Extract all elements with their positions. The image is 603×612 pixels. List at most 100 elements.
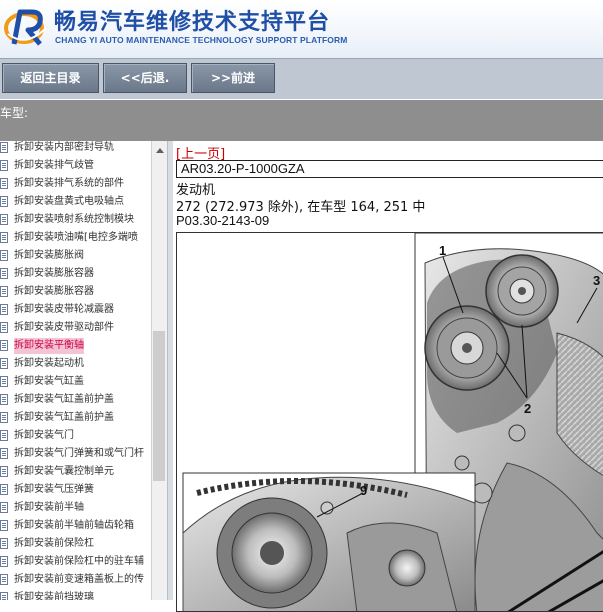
tree-item[interactable]: 拆卸安装盘黄式电吸轴点 — [0, 193, 150, 211]
tree-item-label: 拆卸安装盘黄式电吸轴点 — [14, 196, 124, 207]
document-icon — [0, 430, 8, 441]
back-button[interactable]: <<后退. — [103, 63, 187, 93]
tree-item[interactable]: 拆卸安装排气系统的部件 — [0, 175, 150, 193]
tree-item[interactable]: 拆卸安装气缸盖 — [0, 373, 150, 391]
document-icon — [0, 268, 8, 279]
document-pane: [上一页] AR03.20-P-1000GZA 发动机 272 (272.973… — [173, 141, 603, 612]
tree-item[interactable]: 拆卸安装气缸盖前护盖 — [0, 391, 150, 409]
document-icon — [0, 484, 8, 495]
tree-item[interactable]: 拆卸安装气门 — [0, 427, 150, 445]
document-icon — [0, 394, 8, 405]
toolbar: 返回主目录 <<后退. >>前进 — [0, 58, 603, 99]
tree-item[interactable]: 拆卸安装气门弹簧和或气门杆 — [0, 445, 150, 463]
tree-item[interactable]: 拆卸安装膨胀阀 — [0, 247, 150, 265]
tree-item[interactable]: 拆卸安装膨胀容器 — [0, 283, 150, 301]
tree-item-label: 拆卸安装皮带驱动部件 — [14, 322, 114, 333]
tree-item-label: 拆卸安装气缸盖 — [14, 376, 84, 387]
document-icon — [0, 520, 8, 531]
callout-3: 3 — [593, 273, 600, 288]
document-icon — [0, 142, 8, 153]
tree-item-label: 拆卸安装膨胀容器 — [14, 268, 94, 279]
tree-item-label: 拆卸安装膨胀阀 — [14, 250, 84, 261]
tree-item-label: 拆卸安装内部密封导轨 — [14, 142, 114, 153]
tree-item-label: 拆卸安装平衡轴 — [14, 338, 84, 354]
tree-item[interactable]: 拆卸安装喷油嘴[电控多端喷 — [0, 229, 150, 247]
callout-2: 2 — [524, 401, 531, 416]
procedure-tree: 拆卸安装内部密封导轨 拆卸安装排气歧管拆卸安装排气系统的部件 拆卸安装盘黄式电吸轴点… — [0, 141, 150, 600]
changyi-logo-icon — [4, 9, 47, 46]
document-icon — [0, 448, 8, 459]
document-icon — [0, 502, 8, 513]
document-icon — [0, 160, 8, 171]
scroll-up-arrow-icon[interactable] — [152, 143, 167, 157]
engine-view-inset: 9 — [182, 472, 476, 611]
vehicle-model-label: 车型: — [0, 106, 29, 120]
tree-item[interactable]: 拆卸安装前保险杠中的驻车辅 — [0, 553, 150, 571]
document-icon — [0, 592, 8, 600]
document-icon — [0, 574, 8, 585]
tree-item[interactable]: 拆卸安装前半轴 — [0, 499, 150, 517]
tree-item-label: 拆卸安装喷射系统控制模块 — [14, 214, 134, 225]
tree-item-label: 拆卸安装排气歧管 — [14, 160, 94, 171]
app-title-en: CHANG YI AUTO MAINTENANCE TECHNOLOGY SUP… — [55, 35, 348, 45]
scrollbar-thumb[interactable] — [153, 331, 165, 481]
tree-item-label: 拆卸安装气门 — [14, 430, 74, 441]
document-icon — [0, 250, 8, 261]
document-icon — [0, 214, 8, 225]
home-button[interactable]: 返回主目录 — [2, 63, 99, 93]
tree-item-label: 拆卸安装气压弹簧 — [14, 484, 94, 495]
tree-item-label: 拆卸安装前半轴 — [14, 502, 84, 513]
document-icon — [0, 178, 8, 189]
tree-item-label: 拆卸安装前变速箱盖板上的传 — [14, 574, 144, 585]
document-icon — [0, 340, 8, 351]
document-icon — [0, 232, 8, 243]
tree-item-label: 拆卸安装气门弹簧和或气门杆 — [14, 448, 144, 459]
tree-item[interactable]: 拆卸安装气囊控制单元 — [0, 463, 150, 481]
document-icon — [0, 556, 8, 567]
vehicle-model-bar: 车型: — [0, 100, 603, 141]
document-icon — [0, 358, 8, 369]
engine-illustration: 1 2 3 9 — [176, 232, 603, 612]
tree-item-label: 拆卸安装气囊控制单元 — [14, 466, 114, 477]
app-header: 畅易汽车维修技术支持平台 CHANG YI AUTO MAINTENANCE T… — [0, 0, 603, 58]
callout-9: 9 — [360, 483, 367, 498]
document-icon — [0, 538, 8, 549]
tree-scrollbar[interactable] — [151, 141, 167, 600]
tree-item[interactable]: 拆卸安装前变速箱盖板上的传 — [0, 571, 150, 589]
tree-item[interactable]: 拆卸安装平衡轴 — [0, 337, 150, 355]
document-icon — [0, 286, 8, 297]
tree-item[interactable]: 拆卸安装喷射系统控制模块 — [0, 211, 150, 229]
tree-item-label: 拆卸安装前半轴前轴齿轮箱 — [14, 520, 134, 531]
tree-item[interactable]: 拆卸安装前保险杠 — [0, 535, 150, 553]
tree-item[interactable]: 拆卸安装膨胀容器 — [0, 265, 150, 283]
tree-item-label: 拆卸安装排气系统的部件 — [14, 178, 124, 189]
tree-item[interactable]: 拆卸安装内部密封导轨 — [0, 141, 150, 157]
tree-item-label: 拆卸安装膨胀容器 — [14, 286, 94, 297]
document-icon — [0, 196, 8, 207]
figure-code: P03.30-2143-09 — [176, 213, 270, 228]
tree-item[interactable]: 拆卸安装皮带轮减震器 — [0, 301, 150, 319]
tree-item-label: 拆卸安装气缸盖前护盖 — [14, 412, 114, 423]
tree-item[interactable]: 拆卸安装起动机 — [0, 355, 150, 373]
tree-item[interactable]: 拆卸安装皮带驱动部件 — [0, 319, 150, 337]
tree-item-label: 拆卸安装前挡玻璃 — [14, 592, 94, 600]
document-icon — [0, 322, 8, 333]
tree-item-label: 拆卸安装前保险杠中的驻车辅 — [14, 556, 144, 567]
tree-item-label: 拆卸安装喷油嘴[电控多端喷 — [14, 232, 138, 243]
tree-item-label: 拆卸安装前保险杠 — [14, 538, 94, 549]
forward-button[interactable]: >>前进 — [191, 63, 275, 93]
document-icon — [0, 376, 8, 387]
callout-1: 1 — [439, 243, 446, 258]
tree-item-label: 拆卸安装皮带轮减震器 — [14, 304, 114, 315]
tree-item[interactable]: 拆卸安装前挡玻璃 — [0, 589, 150, 600]
tree-item-label: 拆卸安装气缸盖前护盖 — [14, 394, 114, 405]
tree-item[interactable]: 拆卸安装气压弹簧 — [0, 481, 150, 499]
tree-item[interactable]: 拆卸安装排气歧管 — [0, 157, 150, 175]
tree-item[interactable]: 拆卸安装气缸盖前护盖 — [0, 409, 150, 427]
document-icon — [0, 304, 8, 315]
document-icon — [0, 412, 8, 423]
tree-item[interactable]: 拆卸安装前半轴前轴齿轮箱 — [0, 517, 150, 535]
app-title-cn: 畅易汽车维修技术支持平台 — [54, 10, 331, 35]
engine-drawing-svg: 1 2 3 9 — [182, 233, 603, 611]
document-code-box: AR03.20-P-1000GZA — [176, 160, 603, 178]
